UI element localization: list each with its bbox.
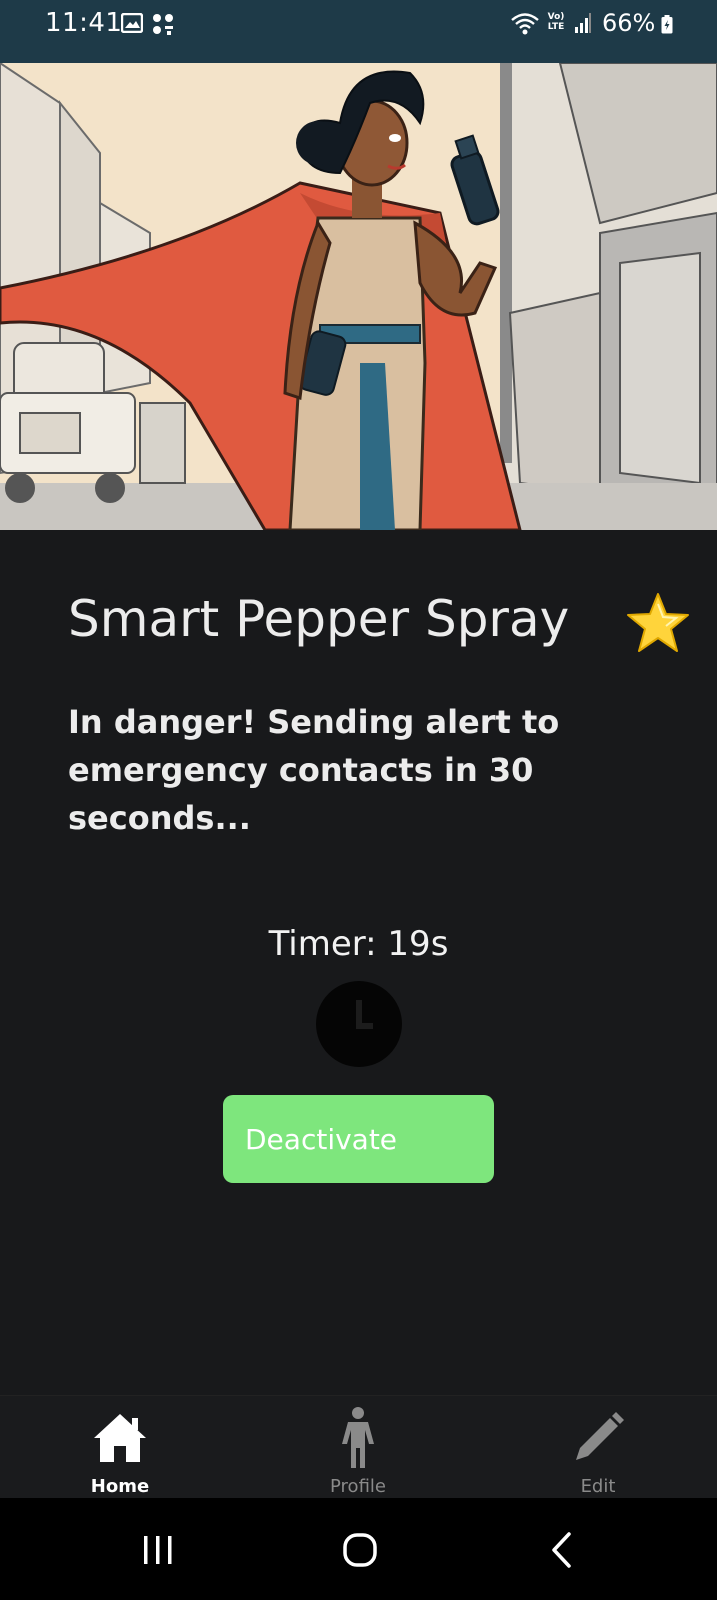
person-icon bbox=[342, 1407, 374, 1468]
home-icon bbox=[94, 1414, 146, 1462]
hero-illustration bbox=[0, 63, 717, 530]
nav-label-edit: Edit bbox=[580, 1476, 616, 1497]
timer-label: Timer: 19s bbox=[268, 924, 449, 964]
bottom-nav: Home Profile Edit bbox=[0, 1395, 717, 1498]
system-home-icon[interactable] bbox=[342, 1532, 378, 1568]
clock-icon bbox=[316, 981, 402, 1067]
alert-message: In danger! Sending alert to emergency co… bbox=[68, 703, 560, 837]
superhero-woman-illustration bbox=[0, 63, 717, 530]
battery-icon bbox=[661, 15, 673, 34]
recents-icon[interactable] bbox=[140, 1534, 176, 1566]
nav-item-edit[interactable]: Edit bbox=[518, 1396, 678, 1499]
notification-dots-icon bbox=[153, 14, 173, 35]
nav-label-profile: Profile bbox=[330, 1476, 386, 1497]
nav-item-profile[interactable]: Profile bbox=[278, 1396, 438, 1499]
deactivate-button[interactable]: Deactivate bbox=[223, 1095, 494, 1183]
gallery-icon bbox=[121, 13, 143, 33]
star-icon bbox=[627, 593, 689, 652]
battery-percentage: 66% bbox=[602, 9, 656, 37]
system-nav-bar bbox=[0, 1498, 717, 1600]
status-bar: 11:41 Vo) LTE 66% bbox=[0, 0, 717, 63]
nav-label-home: Home bbox=[90, 1476, 150, 1497]
back-icon[interactable] bbox=[550, 1532, 572, 1568]
signal-icon bbox=[575, 13, 591, 33]
pencil-icon bbox=[576, 1412, 624, 1460]
wifi-icon bbox=[511, 13, 539, 35]
network-type: Vo) LTE bbox=[547, 12, 565, 32]
page-title: Smart Pepper Spray bbox=[68, 590, 570, 648]
status-time: 11:41 bbox=[45, 8, 123, 38]
nav-item-home[interactable]: Home bbox=[40, 1396, 200, 1499]
